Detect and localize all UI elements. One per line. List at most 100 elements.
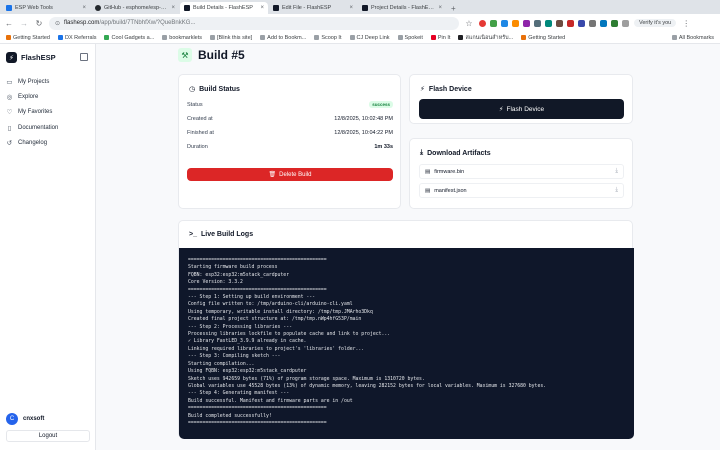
flash-icon: ⚡ xyxy=(420,86,425,93)
sidebar-item-label: Documentation xyxy=(18,124,59,131)
finished-label: Finished at xyxy=(187,130,214,136)
close-icon[interactable]: × xyxy=(82,5,86,11)
tab-label: Build Details - FlashESP xyxy=(193,5,253,11)
delete-build-button[interactable]: 🗑 Delete Build xyxy=(187,168,393,181)
sidebar-item-documentation[interactable]: ▯ Documentation xyxy=(6,120,90,135)
flash-icon: ⚡ xyxy=(498,106,504,113)
log-line: ✓ Library FastLED_3.9.9 already in cache… xyxy=(188,339,307,345)
download-icon[interactable]: ⤓ xyxy=(615,187,618,194)
extension-icon[interactable] xyxy=(523,19,530,27)
close-icon[interactable]: × xyxy=(438,5,442,11)
browser-tab[interactable]: Project Details - FlashESP × xyxy=(358,2,446,14)
book-icon: ▯ xyxy=(7,124,12,132)
bookmark-item[interactable]: DX Referrals xyxy=(58,35,96,41)
bookmark-folder[interactable]: bookmarklets xyxy=(162,35,202,41)
heart-icon: ♡ xyxy=(6,109,13,117)
close-icon[interactable]: × xyxy=(260,5,264,11)
browser-tab-active[interactable]: Build Details - FlashESP × xyxy=(180,2,268,14)
log-terminal[interactable]: ========================================… xyxy=(179,248,634,439)
download-icon[interactable]: ⤓ xyxy=(615,168,618,175)
forward-icon[interactable]: → xyxy=(19,19,29,28)
bookmark-item[interactable]: Cool Gadgets a... xyxy=(104,35,154,41)
bookmark-item[interactable]: CJ Deep Link xyxy=(349,35,390,41)
log-line: --- Step 3: Compiling sketch --- xyxy=(188,354,281,360)
extension-icon[interactable] xyxy=(600,19,607,27)
extension-icon[interactable] xyxy=(490,19,497,27)
created-value: 12/8/2025, 10:02:48 PM xyxy=(334,116,393,122)
file-icon: ▤ xyxy=(425,168,431,175)
card-header: ⚡ Flash Device xyxy=(420,85,472,94)
log-line: ========================================… xyxy=(188,258,327,263)
bookmark-item[interactable]: [Blink this site] xyxy=(210,35,252,41)
bookmark-label: Add to Bookm... xyxy=(267,34,307,41)
flash-device-button[interactable]: ⚡ Flash Device xyxy=(419,99,624,119)
bookmark-favicon-icon xyxy=(397,35,403,40)
tab-favicon-icon xyxy=(273,5,279,11)
logout-button[interactable]: Logout xyxy=(6,430,90,442)
sidebar-item-explore[interactable]: ◎ Explore xyxy=(6,89,90,104)
artifact-name: manifest.json xyxy=(434,187,467,194)
log-line: Build successful. Manifest and firmware … xyxy=(188,398,353,404)
history-icon: ↺ xyxy=(6,139,13,147)
bookmark-item[interactable]: Add to Bookm... xyxy=(260,35,306,41)
address-bar[interactable]: ⊙ flashesp.com/app/build/7TNbhfXw/?QueBn… xyxy=(49,16,459,30)
close-icon[interactable]: × xyxy=(171,5,175,11)
bookmark-item[interactable]: Getting Started xyxy=(521,35,565,41)
tab-label: GitHub - esphome/esp-w... xyxy=(104,5,169,11)
browser-tab[interactable]: GitHub - esphome/esp-w... × xyxy=(91,2,179,14)
menu-icon[interactable]: ⋮ xyxy=(681,19,691,28)
bookmark-item[interactable]: Getting Started xyxy=(6,35,50,41)
profile-button[interactable]: Verify it's you xyxy=(634,19,677,27)
flash-logo-icon: ⚡ xyxy=(6,52,17,63)
extension-icon[interactable] xyxy=(556,19,563,27)
bookmark-item[interactable]: Pin It xyxy=(430,35,450,41)
reload-icon[interactable]: ↻ xyxy=(34,19,44,28)
extension-icon[interactable] xyxy=(545,19,552,27)
artifact-row[interactable]: ▤ manifest.json ⤓ xyxy=(419,183,624,198)
flash-device-card: ⚡ Flash Device ⚡ Flash Device xyxy=(409,74,633,124)
bookmark-item[interactable]: Scoop It xyxy=(314,34,342,41)
browser-tab[interactable]: ESP Web Tools × xyxy=(2,2,90,14)
log-line: Starting compilation... xyxy=(188,361,255,367)
site-info-icon[interactable]: ⊙ xyxy=(55,20,60,27)
extension-icon[interactable] xyxy=(567,19,574,27)
sidebar-item-label: Explore xyxy=(18,93,39,100)
extension-icon[interactable] xyxy=(512,19,519,27)
duration-value: 1m 33s xyxy=(374,144,393,150)
folder-icon xyxy=(671,35,677,40)
user-profile[interactable]: C cnxsoft xyxy=(6,413,44,425)
sidebar-item-my-favorites[interactable]: ♡ My Favorites xyxy=(6,105,90,120)
sidebar-item-my-projects[interactable]: ▭ My Projects xyxy=(6,74,90,89)
new-tab-icon[interactable]: + xyxy=(447,2,460,14)
browser-tab[interactable]: Edit File - FlashESP × xyxy=(269,2,357,14)
log-line: --- Step 2: Processing libraries --- xyxy=(188,324,292,330)
created-label: Created at xyxy=(187,116,213,122)
sidebar-item-changelog[interactable]: ↺ Changelog xyxy=(6,135,90,150)
artifact-row[interactable]: ▤ firmware.bin ⤓ xyxy=(419,164,624,179)
card-title: Flash Device xyxy=(428,85,472,93)
close-icon[interactable]: × xyxy=(349,5,353,11)
back-icon[interactable]: ← xyxy=(4,19,14,28)
extension-icon[interactable] xyxy=(578,19,585,27)
extension-icon[interactable] xyxy=(479,19,486,27)
bookmark-label: Scoop It xyxy=(321,34,342,41)
log-line: Config file written to: /tmp/arduino-cli… xyxy=(188,302,353,308)
sidebar-toggle-icon[interactable] xyxy=(80,53,88,61)
all-bookmarks[interactable]: All Bookmarks xyxy=(671,35,714,41)
bookmark-item[interactable]: สแกนเนิอนสำหรับ... xyxy=(458,34,513,42)
bookmark-favicon-icon xyxy=(314,35,320,40)
bookmark-item[interactable]: Spokeit xyxy=(397,35,423,41)
brand[interactable]: ⚡ FlashESP xyxy=(6,52,56,63)
extension-icon[interactable] xyxy=(589,19,596,27)
log-line: FQBN: esp32:esp32:m5stack_cardputer xyxy=(188,272,290,278)
star-icon[interactable]: ☆ xyxy=(464,19,474,28)
finished-row: Finished at 12/8/2025, 10:04:22 PM xyxy=(187,130,393,136)
bookmark-favicon-icon xyxy=(210,35,216,40)
extension-icon[interactable] xyxy=(534,19,541,27)
browser-tab-strip: ESP Web Tools × GitHub - esphome/esp-w...… xyxy=(0,0,720,14)
card-title: Download Artifacts xyxy=(427,149,491,157)
log-line: ========================================… xyxy=(188,406,327,412)
extensions-puzzle-icon[interactable] xyxy=(622,19,629,27)
extension-icon[interactable] xyxy=(611,19,618,27)
extension-icon[interactable] xyxy=(501,19,508,27)
